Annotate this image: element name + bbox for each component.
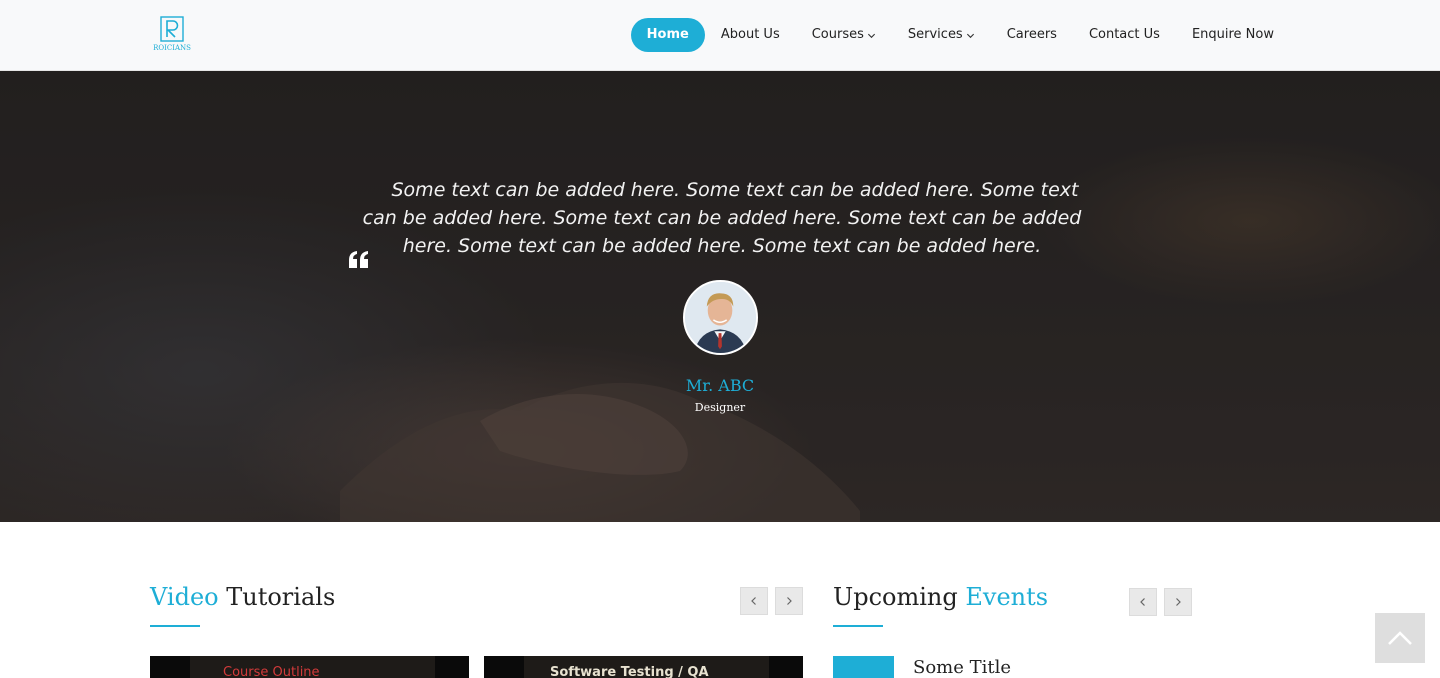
nav-home[interactable]: Home (630, 18, 705, 52)
video-thumbnail[interactable]: Software Testing / QA (484, 656, 803, 678)
testimonial-role: Designer (694, 401, 746, 414)
event-date-badge (833, 656, 894, 678)
video-thumbnail-caption: Course Outline (223, 665, 320, 678)
nav-contact-us-label: Contact Us (1088, 27, 1160, 42)
upcoming-events-heading: Upcoming Events (833, 583, 1048, 611)
chevron-up-icon (1388, 631, 1412, 645)
person-photo (685, 282, 756, 353)
chevron-right-icon (787, 597, 792, 605)
nav-services[interactable]: Services (892, 18, 991, 52)
testimonial-quote: Some text can be added here. Some text c… (352, 176, 1092, 260)
nav-enquire-now-label: Enquire Now (1191, 27, 1274, 42)
chevron-down-icon (867, 33, 875, 38)
logo-mark-icon (160, 16, 184, 42)
scroll-to-top-button[interactable] (1375, 613, 1425, 663)
video-heading-underline (150, 625, 200, 627)
testimonial-quote-text: Some text can be added here. Some text c… (362, 179, 1082, 257)
video-tutorials-heading: Video Tutorials (150, 583, 335, 611)
video-next-button[interactable] (775, 587, 803, 615)
logo-text: ROICIANS (153, 44, 191, 52)
testimonial-avatar (683, 280, 758, 355)
video-heading-rest: Tutorials (226, 583, 336, 611)
video-heading-accent: Video (150, 583, 219, 611)
chevron-right-icon (1176, 598, 1181, 606)
nav-careers-label: Careers (1006, 27, 1057, 42)
video-thumbnail[interactable]: Course Outline (150, 656, 469, 678)
nav-services-label: Services (907, 27, 963, 42)
nav-home-label: Home (646, 27, 689, 42)
chevron-left-icon (1140, 598, 1145, 606)
chevron-down-icon (966, 33, 974, 38)
video-thumbnail-caption: Software Testing / QA (550, 665, 709, 678)
nav-careers[interactable]: Careers (991, 18, 1073, 52)
brand-logo[interactable]: ROICIANS (150, 16, 194, 56)
events-heading-accent: Events (965, 583, 1049, 611)
nav-about-us-label: About Us (720, 27, 780, 42)
event-title[interactable]: Some Title (913, 657, 1011, 678)
nav-enquire-now[interactable]: Enquire Now (1176, 18, 1290, 52)
video-prev-button[interactable] (740, 587, 768, 615)
chevron-left-icon (751, 597, 756, 605)
main-nav: Home About Us Courses Services Careers C… (630, 18, 1290, 52)
events-heading-rest: Upcoming (833, 583, 958, 611)
nav-contact-us[interactable]: Contact Us (1073, 18, 1176, 52)
testimonial-hero: Some text can be added here. Some text c… (0, 71, 1440, 522)
site-header: ROICIANS Home About Us Courses Services … (0, 0, 1440, 71)
nav-about-us[interactable]: About Us (705, 18, 796, 52)
nav-courses[interactable]: Courses (796, 18, 892, 52)
events-next-button[interactable] (1164, 588, 1192, 616)
nav-courses-label: Courses (811, 27, 864, 42)
testimonial-name: Mr. ABC (685, 376, 755, 395)
events-prev-button[interactable] (1129, 588, 1157, 616)
events-heading-underline (833, 625, 883, 627)
